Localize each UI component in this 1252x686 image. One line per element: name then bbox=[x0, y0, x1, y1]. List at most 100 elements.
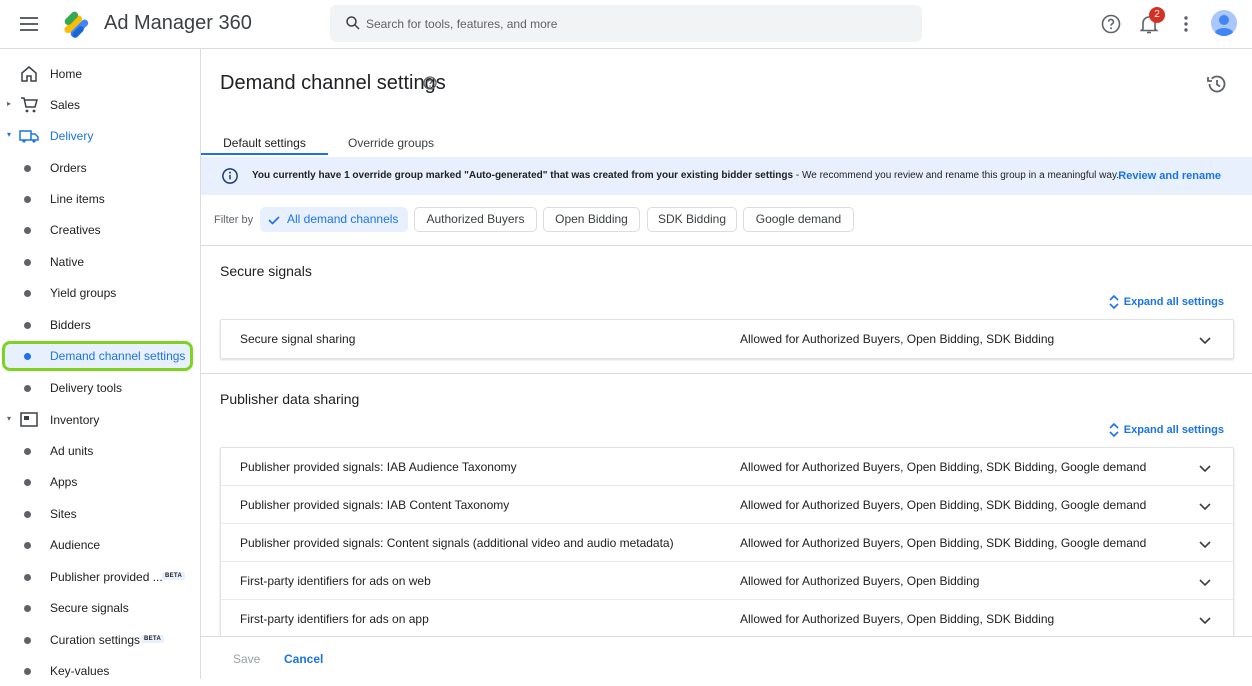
section-title-secure-signals: Secure signals bbox=[220, 263, 312, 279]
caret-right-icon: ▸ bbox=[7, 99, 12, 108]
beta-badge: BETA bbox=[162, 572, 186, 580]
sidebar-item-delivery-tools[interactable]: Delivery tools bbox=[0, 373, 201, 403]
sidebar-item-ad-units[interactable]: Ad units bbox=[0, 436, 201, 466]
page-title: Demand channel settings bbox=[220, 72, 446, 94]
help-outline-icon[interactable] bbox=[422, 75, 438, 96]
bullet-icon bbox=[24, 196, 31, 203]
top-bar: Ad Manager 360 2 bbox=[0, 0, 1252, 49]
home-icon bbox=[19, 64, 39, 84]
chevron-down-icon[interactable] bbox=[1197, 332, 1213, 353]
sidebar-item-sales[interactable]: ▸ Sales bbox=[0, 90, 201, 120]
expand-all-secure-signals[interactable]: Expand all settings bbox=[1109, 294, 1224, 310]
review-and-rename-link[interactable]: Review and rename bbox=[1118, 170, 1221, 182]
settings-row[interactable]: Publisher provided signals: Content sign… bbox=[221, 524, 1233, 562]
chevron-down-icon[interactable] bbox=[1197, 536, 1213, 557]
chip-authorized-buyers[interactable]: Authorized Buyers bbox=[414, 207, 537, 232]
sidebar-item-key-values[interactable]: Key-values bbox=[0, 656, 201, 686]
history-icon[interactable] bbox=[1205, 72, 1229, 101]
sidebar-item-delivery[interactable]: ▾ Delivery bbox=[0, 121, 201, 151]
chip-google-demand[interactable]: Google demand bbox=[743, 207, 854, 232]
cancel-button[interactable]: Cancel bbox=[284, 652, 323, 666]
more-vert-icon[interactable] bbox=[1174, 12, 1198, 36]
sidebar-item-secure-signals[interactable]: Secure signals bbox=[0, 593, 201, 623]
inventory-icon bbox=[19, 410, 39, 430]
bullet-icon bbox=[24, 511, 31, 518]
sidebar-item-inventory[interactable]: ▾ Inventory bbox=[0, 405, 201, 435]
sidebar-item-audience[interactable]: Audience bbox=[0, 530, 201, 560]
chevron-down-icon[interactable] bbox=[1197, 612, 1213, 633]
settings-row[interactable]: Secure signal sharing Allowed for Author… bbox=[221, 320, 1233, 358]
tab-bar: Default settings Override groups bbox=[201, 127, 1252, 155]
bullet-icon bbox=[24, 322, 31, 329]
truck-icon bbox=[19, 126, 39, 146]
app-title[interactable]: Ad Manager 360 bbox=[104, 12, 252, 35]
help-icon[interactable] bbox=[1099, 12, 1123, 36]
bullet-icon bbox=[24, 479, 31, 486]
info-banner: You currently have 1 override group mark… bbox=[201, 157, 1252, 195]
settings-row[interactable]: Publisher provided signals: IAB Content … bbox=[221, 486, 1233, 524]
check-icon bbox=[267, 208, 281, 239]
info-icon bbox=[221, 167, 239, 190]
bullet-icon bbox=[24, 542, 31, 549]
sidebar-item-creatives[interactable]: Creatives bbox=[0, 215, 201, 245]
sidebar-item-home[interactable]: Home bbox=[0, 59, 201, 89]
tab-default-settings[interactable]: Default settings bbox=[201, 127, 328, 155]
chip-all-demand-channels[interactable]: All demand channels bbox=[260, 207, 408, 232]
banner-message-rest: - We recommend you review and rename thi… bbox=[793, 170, 1119, 181]
bullet-icon bbox=[24, 165, 31, 172]
caret-down-icon: ▾ bbox=[7, 414, 12, 423]
expand-all-publisher-data-sharing[interactable]: Expand all settings bbox=[1109, 422, 1224, 438]
bullet-icon bbox=[24, 668, 31, 675]
secure-signals-card: Secure signal sharing Allowed for Author… bbox=[220, 319, 1234, 359]
main-content: Demand channel settings Default settings… bbox=[201, 49, 1252, 679]
section-title-publisher-data-sharing: Publisher data sharing bbox=[220, 391, 360, 407]
bullet-icon bbox=[24, 353, 31, 360]
action-footer: Save Cancel bbox=[201, 636, 1252, 679]
chevron-down-icon[interactable] bbox=[1197, 460, 1213, 481]
sidebar-item-publisher-provided[interactable]: Publisher provided ... BETA bbox=[0, 562, 201, 592]
beta-badge: BETA bbox=[141, 635, 165, 643]
bullet-icon bbox=[24, 574, 31, 581]
ad-manager-logo bbox=[59, 7, 93, 41]
unfold-more-icon bbox=[1108, 421, 1120, 442]
filter-row: Filter by All demand channels Authorized… bbox=[201, 207, 1252, 233]
publisher-data-sharing-card: Publisher provided signals: IAB Audience… bbox=[220, 447, 1234, 639]
bullet-icon bbox=[24, 605, 31, 612]
sidebar-item-bidders[interactable]: Bidders bbox=[0, 310, 201, 340]
sidebar: Home ▸ Sales ▾ Delivery Orders Line item… bbox=[0, 49, 201, 679]
tab-override-groups[interactable]: Override groups bbox=[348, 127, 434, 155]
menu-icon[interactable] bbox=[17, 12, 41, 36]
cart-icon bbox=[19, 95, 39, 115]
bullet-icon bbox=[24, 448, 31, 455]
search-bar[interactable] bbox=[330, 5, 922, 42]
divider bbox=[201, 373, 1252, 374]
settings-row[interactable]: Publisher provided signals: IAB Audience… bbox=[221, 448, 1233, 486]
sidebar-item-orders[interactable]: Orders bbox=[0, 153, 201, 183]
sidebar-item-line-items[interactable]: Line items bbox=[0, 184, 201, 214]
sidebar-item-yield-groups[interactable]: Yield groups bbox=[0, 278, 201, 308]
bullet-icon bbox=[24, 259, 31, 266]
notification-count-badge: 2 bbox=[1149, 7, 1165, 23]
search-input[interactable] bbox=[366, 5, 906, 42]
sidebar-item-curation-settings[interactable]: Curation settings BETA bbox=[0, 625, 201, 655]
filter-label: Filter by bbox=[214, 214, 254, 226]
avatar[interactable] bbox=[1211, 10, 1237, 36]
settings-row[interactable]: First-party identifiers for ads on app A… bbox=[221, 600, 1233, 638]
sidebar-item-apps[interactable]: Apps bbox=[0, 467, 201, 497]
divider bbox=[201, 245, 1252, 246]
chevron-down-icon[interactable] bbox=[1197, 498, 1213, 519]
sidebar-item-demand-channel-settings[interactable]: Demand channel settings bbox=[0, 341, 201, 371]
sidebar-item-native[interactable]: Native bbox=[0, 247, 201, 277]
unfold-more-icon bbox=[1108, 293, 1120, 314]
chip-open-bidding[interactable]: Open Bidding bbox=[543, 207, 640, 232]
caret-down-icon: ▾ bbox=[7, 130, 12, 139]
search-icon bbox=[344, 14, 362, 37]
banner-message-bold: You currently have 1 override group mark… bbox=[252, 170, 794, 181]
sidebar-item-sites[interactable]: Sites bbox=[0, 499, 201, 529]
save-button[interactable]: Save bbox=[233, 652, 260, 666]
banner-message: You currently have 1 override group mark… bbox=[252, 170, 1119, 181]
chip-sdk-bidding[interactable]: SDK Bidding bbox=[647, 207, 737, 232]
settings-row[interactable]: First-party identifiers for ads on web A… bbox=[221, 562, 1233, 600]
bullet-icon bbox=[24, 385, 31, 392]
chevron-down-icon[interactable] bbox=[1197, 574, 1213, 595]
